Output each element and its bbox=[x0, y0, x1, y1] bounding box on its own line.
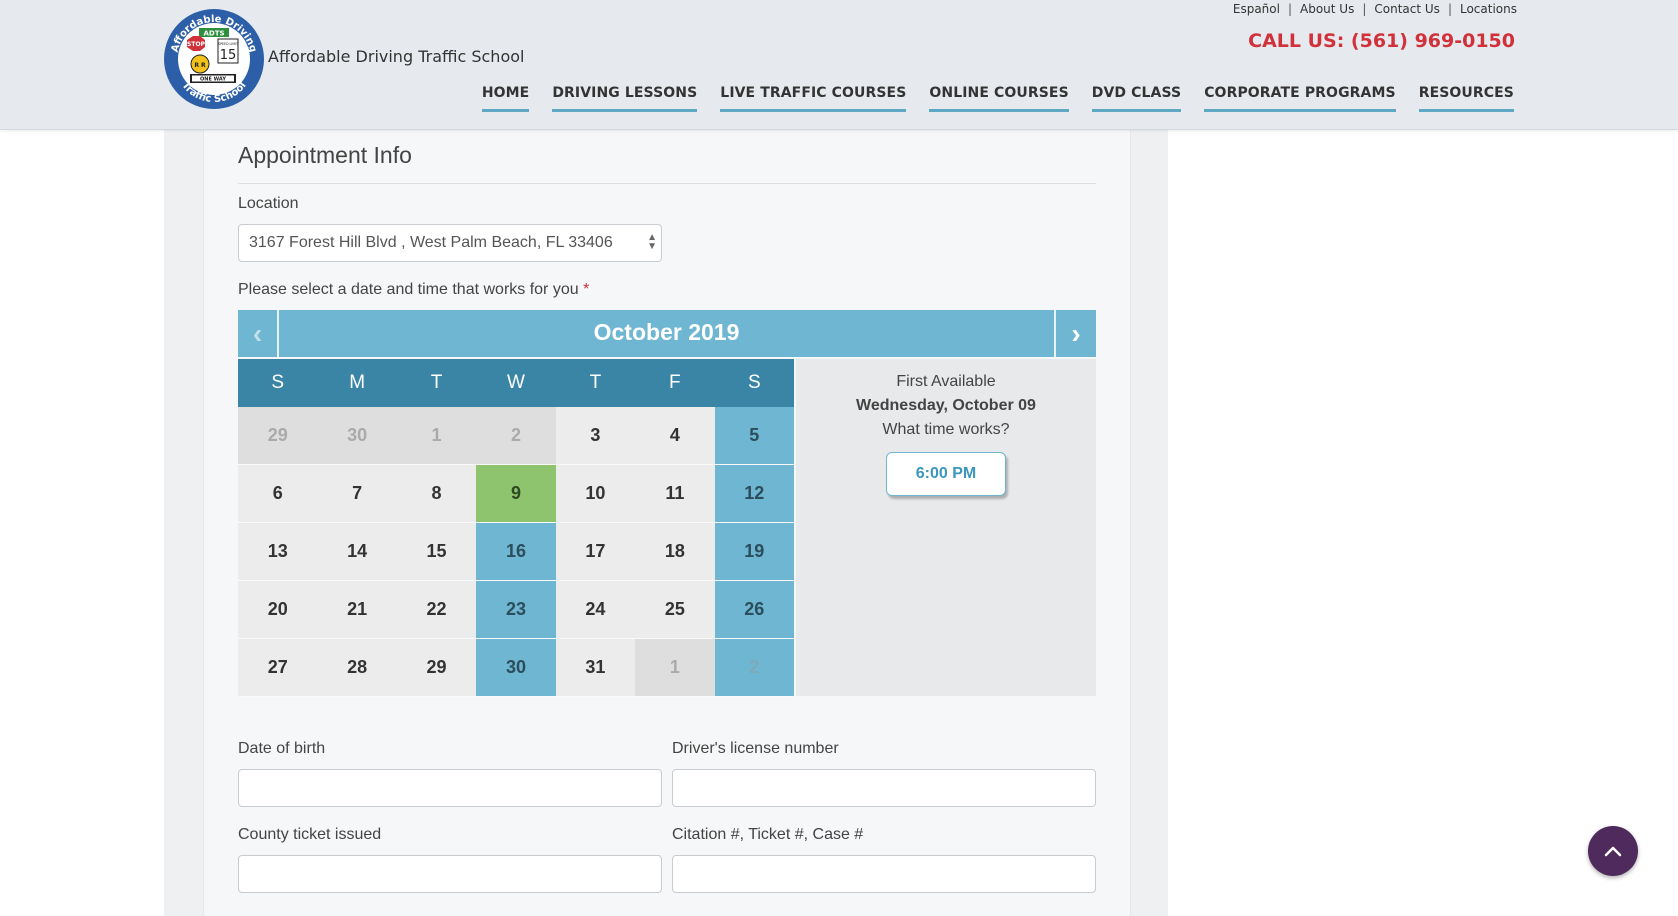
calendar-day[interactable]: 20 bbox=[238, 581, 318, 639]
section-divider bbox=[238, 183, 1096, 184]
availability-panel: First Available Wednesday, October 09 Wh… bbox=[796, 359, 1096, 696]
calendar-day[interactable]: 6 bbox=[238, 465, 318, 523]
date-prompt-text: Please select a date and time that works… bbox=[238, 281, 579, 298]
scroll-to-top-button[interactable] bbox=[1588, 826, 1638, 876]
brand-name[interactable]: Affordable Driving Traffic School bbox=[268, 47, 524, 66]
top-link-about[interactable]: About Us bbox=[1300, 2, 1354, 16]
county-label: County ticket issued bbox=[238, 826, 382, 843]
calendar-day[interactable]: 23 bbox=[476, 581, 556, 639]
logo-center-text: ADTS bbox=[203, 30, 224, 38]
weekday-header: S M T W T F S bbox=[238, 359, 794, 407]
section-title: Appointment Info bbox=[238, 142, 412, 168]
time-prompt: What time works? bbox=[882, 421, 1010, 438]
prev-month-button[interactable]: ‹ bbox=[238, 310, 279, 357]
time-slot-button[interactable]: 6:00 PM bbox=[886, 452, 1006, 496]
calendar-day[interactable]: 3 bbox=[555, 407, 636, 465]
top-link-contact[interactable]: Contact Us bbox=[1374, 2, 1440, 16]
logo-speed-value: 15 bbox=[220, 48, 237, 63]
nav-live-traffic-courses[interactable]: LIVE TRAFFIC COURSES bbox=[720, 85, 907, 112]
top-link-separator: | bbox=[1362, 2, 1367, 16]
site-header: Affordable Driving Traffic School ADTS S… bbox=[0, 0, 1678, 130]
logo-speed-text: SPEED LIMIT bbox=[218, 42, 238, 46]
calendar-day[interactable]: 29 bbox=[396, 639, 477, 697]
weekday-label: F bbox=[669, 372, 681, 393]
select-arrows-icon: ▲ ▼ bbox=[647, 232, 657, 252]
nav-corporate-programs[interactable]: CORPORATE PROGRAMS bbox=[1204, 85, 1396, 112]
chevron-up-icon bbox=[1604, 846, 1622, 857]
calendar-day: 2 bbox=[476, 407, 556, 465]
weekday-label: W bbox=[507, 372, 525, 393]
weekday-label: S bbox=[747, 372, 761, 393]
calendar-day[interactable]: 4 bbox=[635, 407, 715, 465]
top-link-locations[interactable]: Locations bbox=[1460, 2, 1517, 16]
weekday-label: T bbox=[589, 372, 602, 393]
calendar-day: 29 bbox=[238, 407, 318, 465]
calendar-day[interactable]: 11 bbox=[635, 465, 715, 523]
citation-input[interactable] bbox=[672, 855, 1096, 893]
nav-driving-lessons[interactable]: DRIVING LESSONS bbox=[552, 85, 698, 112]
calendar-day[interactable]: 10 bbox=[555, 465, 636, 523]
first-available-date: Wednesday, October 09 bbox=[856, 397, 1036, 414]
calendar-day[interactable]: 27 bbox=[238, 639, 318, 697]
dob-label: Date of birth bbox=[238, 740, 326, 757]
date-prompt: Please select a date and time that works… bbox=[238, 281, 589, 299]
calendar-day[interactable]: 7 bbox=[317, 465, 397, 523]
calendar-grid: 29 30 1 2 3 4 5 6 7 8 9 10 11 12 13 14 15 16 17 18 19 20 21 22 2… bbox=[238, 407, 794, 697]
next-month-button[interactable]: › bbox=[1054, 310, 1096, 357]
location-label: Location bbox=[238, 195, 299, 212]
calendar-day[interactable]: 28 bbox=[317, 639, 397, 697]
weekday-label: S bbox=[271, 372, 285, 393]
calendar-day[interactable]: 31 bbox=[555, 639, 636, 697]
top-links: Español | About Us | Contact Us | Locati… bbox=[1233, 2, 1517, 16]
location-select-value: 3167 Forest Hill Blvd , West Palm Beach,… bbox=[249, 234, 613, 251]
citation-label: Citation #, Ticket #, Case # bbox=[672, 826, 864, 843]
license-input[interactable] bbox=[672, 769, 1096, 807]
calendar-day: 1 bbox=[635, 639, 715, 697]
dob-input[interactable] bbox=[238, 769, 662, 807]
calendar-day[interactable]: 5 bbox=[714, 407, 794, 465]
calendar-day[interactable]: 30 bbox=[476, 639, 556, 697]
calendar-day[interactable]: 13 bbox=[238, 523, 318, 581]
calendar-day[interactable]: 15 bbox=[396, 523, 477, 581]
calendar-day[interactable]: 9 bbox=[476, 465, 556, 523]
calendar-day[interactable]: 24 bbox=[555, 581, 636, 639]
location-select[interactable]: 3167 Forest Hill Blvd , West Palm Beach,… bbox=[238, 224, 662, 262]
calendar-day[interactable]: 25 bbox=[635, 581, 715, 639]
weekday-label: T bbox=[430, 372, 443, 393]
logo[interactable]: Affordable Driving Traffic School ADTS S… bbox=[163, 8, 265, 110]
calendar-day: 1 bbox=[396, 407, 477, 465]
top-link-separator: | bbox=[1447, 2, 1452, 16]
calendar-day[interactable]: 26 bbox=[714, 581, 794, 639]
top-link-espanol[interactable]: Español bbox=[1233, 2, 1280, 16]
calendar-day[interactable]: 19 bbox=[714, 523, 794, 581]
logo-rr-text: R R bbox=[194, 62, 206, 69]
logo-stop-text: STOP bbox=[187, 41, 206, 48]
calendar-day[interactable]: 22 bbox=[396, 581, 477, 639]
calendar-day[interactable]: 12 bbox=[714, 465, 794, 523]
logo-one-way-text: ONE WAY bbox=[200, 77, 226, 83]
calendar-month-title: October 2019 bbox=[593, 319, 740, 345]
calendar-day[interactable]: 21 bbox=[317, 581, 397, 639]
calendar-day[interactable]: 8 bbox=[396, 465, 477, 523]
calendar-day[interactable]: 14 bbox=[317, 523, 397, 581]
license-label: Driver's license number bbox=[672, 740, 839, 757]
calendar-day[interactable]: 17 bbox=[555, 523, 636, 581]
required-asterisk: * bbox=[583, 281, 590, 298]
nav-resources[interactable]: RESOURCES bbox=[1418, 85, 1514, 112]
nav-home[interactable]: HOME bbox=[481, 85, 530, 112]
calendar-day[interactable]: 16 bbox=[476, 523, 556, 581]
weekday-label: M bbox=[349, 372, 366, 393]
main-nav: HOME DRIVING LESSONS LIVE TRAFFIC COURSE… bbox=[481, 85, 1514, 112]
top-link-separator: | bbox=[1287, 2, 1293, 16]
calendar-day[interactable]: 18 bbox=[635, 523, 715, 581]
calendar-day: 30 bbox=[317, 407, 397, 465]
first-available-label: First Available bbox=[896, 373, 996, 390]
nav-dvd-class[interactable]: DVD CLASS bbox=[1091, 85, 1182, 112]
calendar-day: 2 bbox=[714, 639, 794, 697]
nav-online-courses[interactable]: ONLINE COURSES bbox=[929, 85, 1069, 112]
call-us-phone[interactable]: CALL US: (561) 969-0150 bbox=[1248, 30, 1515, 52]
county-input[interactable] bbox=[238, 855, 662, 893]
